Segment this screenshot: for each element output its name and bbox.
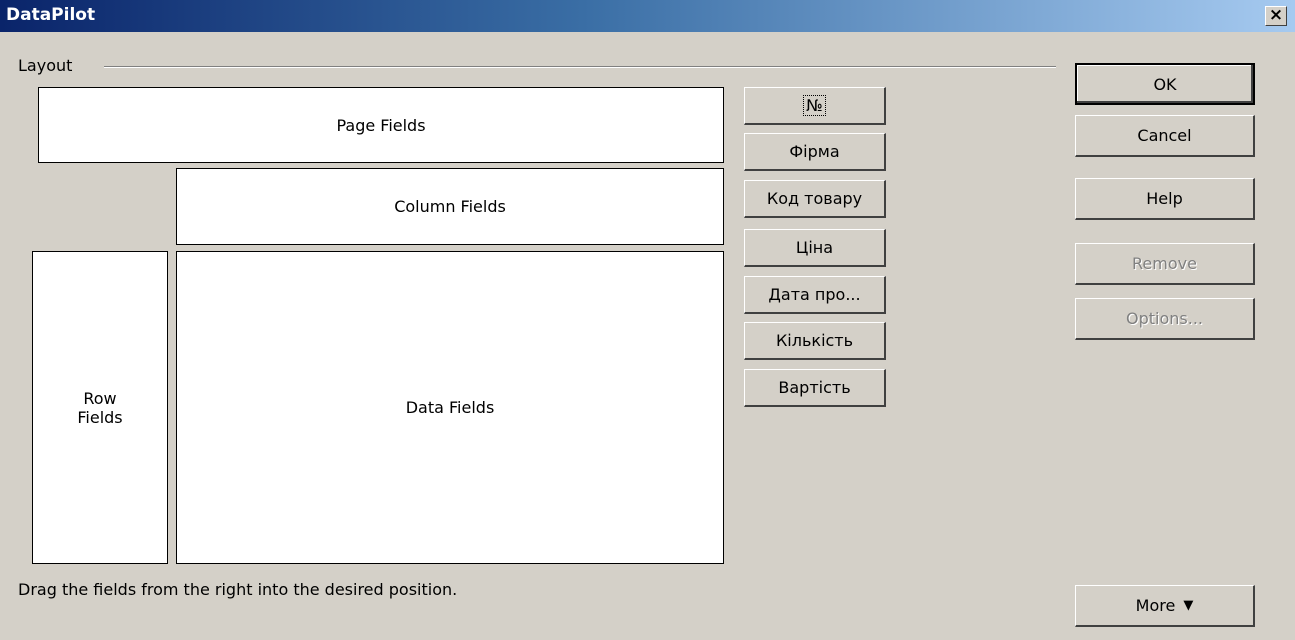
- more-button[interactable]: More ▼: [1075, 585, 1255, 627]
- page-fields-area[interactable]: Page Fields: [38, 87, 724, 163]
- row-fields-label-line2: Fields: [77, 407, 123, 427]
- ok-button[interactable]: OK: [1075, 63, 1255, 105]
- data-fields-label: Data Fields: [405, 398, 495, 417]
- row-fields-label-line1: Row: [83, 388, 117, 408]
- close-icon: ×: [1268, 5, 1284, 25]
- options-button[interactable]: Options...: [1075, 298, 1255, 340]
- field-button-cost[interactable]: Вартість: [744, 369, 886, 407]
- title-bar: DataPilot ×: [0, 0, 1295, 32]
- drag-hint-text: Drag the fields from the right into the …: [18, 580, 458, 599]
- column-fields-label: Column Fields: [394, 197, 506, 216]
- cancel-button[interactable]: Cancel: [1075, 115, 1255, 157]
- field-button-sale-date[interactable]: Дата про...: [744, 276, 886, 314]
- field-button-quantity[interactable]: Кількість: [744, 322, 886, 360]
- close-button[interactable]: ×: [1265, 6, 1287, 26]
- layout-group-label: Layout: [18, 56, 73, 75]
- window-title: DataPilot: [6, 5, 96, 25]
- page-fields-label: Page Fields: [336, 115, 426, 135]
- field-button-product-code[interactable]: Код товару: [744, 180, 886, 218]
- help-button[interactable]: Help: [1075, 178, 1255, 220]
- field-button-number[interactable]: №: [744, 87, 886, 125]
- data-fields-area[interactable]: Data Fields: [176, 251, 724, 564]
- remove-button[interactable]: Remove: [1075, 243, 1255, 285]
- double-chevron-down-icon: ▼: [1183, 598, 1194, 613]
- field-button-price[interactable]: Ціна: [744, 229, 886, 267]
- row-fields-area[interactable]: Row Fields: [32, 251, 168, 564]
- layout-group-divider: [104, 66, 1056, 68]
- field-button-firm[interactable]: Фірма: [744, 133, 886, 171]
- column-fields-area[interactable]: Column Fields: [176, 168, 724, 245]
